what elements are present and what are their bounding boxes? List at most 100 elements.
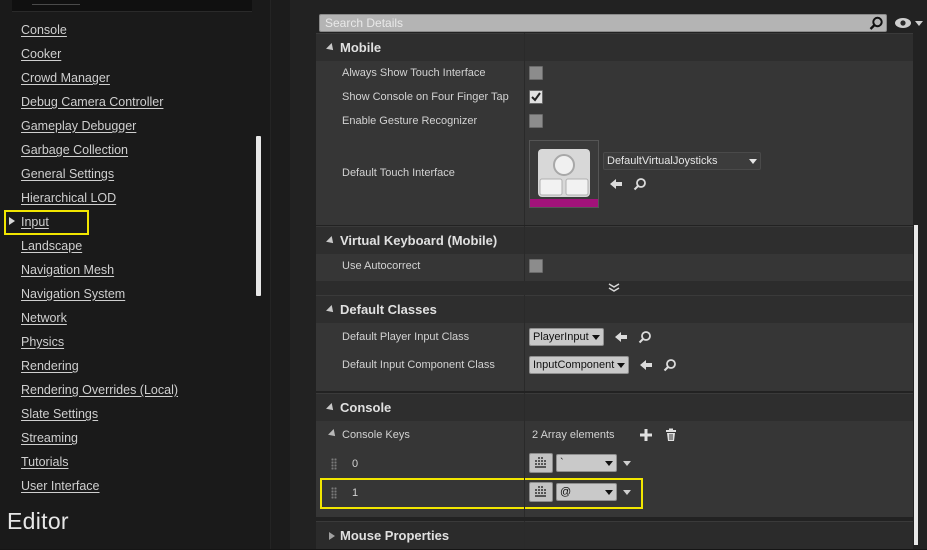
console-key-1-combo[interactable]: @ [556,483,617,501]
sidebar-item-user-interface[interactable]: User Interface [21,476,100,496]
browse-search-icon[interactable] [638,330,652,344]
joystick-asset-icon [530,141,598,207]
keyboard-key-picker-icon[interactable] [529,453,553,473]
checkbox-use-autocorrect[interactable] [529,259,543,273]
sidebar-item-debug-camera-controller[interactable]: Debug Camera Controller [21,92,163,112]
settings-sidebar: Console Cooker Crowd Manager Debug Camer… [0,0,270,549]
player-input-class-combo[interactable]: PlayerInput [529,328,604,346]
category-title: Default Classes [340,302,437,317]
value-column-divider[interactable] [524,33,525,225]
prop-label-show-console-four-finger: Show Console on Four Finger Tap [342,91,509,103]
sidebar-scrollbar[interactable] [256,136,261,296]
console-key-0-combo[interactable]: ` [556,454,617,472]
sidebar-item-navigation-system[interactable]: Navigation System [21,284,125,304]
delete-all-trash-icon[interactable] [664,428,678,442]
category-header-console[interactable]: Console [316,393,913,421]
sidebar-item-network[interactable]: Network [21,308,67,328]
element-options-arrow-icon[interactable] [623,461,631,466]
use-selected-arrow-icon[interactable] [609,177,623,191]
array-index-0: 0 [352,458,359,470]
sidebar-item-hierarchical-lod[interactable]: Hierarchical LOD [21,188,116,208]
combo-value: InputComponent [533,359,615,371]
collapse-arrow-icon [326,236,336,246]
keyboard-key-picker-icon[interactable] [529,482,553,502]
dropdown-arrow-icon [749,159,757,164]
search-icon[interactable] [869,16,884,31]
add-element-plus-icon[interactable] [639,428,653,442]
checkbox-enable-gesture[interactable] [529,114,543,128]
value-column-divider[interactable] [524,393,525,517]
use-selected-arrow-icon[interactable] [639,358,653,372]
search-details-box[interactable] [319,14,887,32]
asset-thumbnail-virtual-joysticks[interactable] [529,140,599,208]
default-touch-interface-combo[interactable]: DefaultVirtualJoysticks [603,152,761,170]
collapse-arrow-icon [326,43,336,53]
sidebar-item-garbage-collection[interactable]: Garbage Collection [21,140,128,160]
category-header-default-classes[interactable]: Default Classes [316,295,913,323]
category-body-mobile [316,61,913,225]
sidebar-item-console[interactable]: Console [21,20,67,40]
category-header-virtual-keyboard[interactable]: Virtual Keyboard (Mobile) [316,226,913,254]
category-title: Mobile [340,40,382,55]
sidebar-section-title-editor: Editor [7,508,69,534]
sidebar-item-physics[interactable]: Physics [21,332,64,352]
combo-value: PlayerInput [533,331,589,343]
category-title: Virtual Keyboard (Mobile) [340,233,498,248]
advanced-expander[interactable] [316,281,913,295]
category-header-mobile[interactable]: Mobile [316,33,913,61]
category-header-mouse-properties[interactable]: Mouse Properties [316,521,913,549]
value-column-divider[interactable] [524,521,525,549]
details-scrollbar[interactable] [914,225,918,545]
sidebar-item-slate-settings[interactable]: Slate Settings [21,404,98,424]
prop-label-use-autocorrect: Use Autocorrect [342,260,421,272]
sidebar-item-tutorials[interactable]: Tutorials [21,452,68,472]
browse-search-icon[interactable] [633,177,647,191]
panel-splitter[interactable] [270,0,290,549]
category-title: Console [340,400,392,415]
element-options-arrow-icon[interactable] [623,490,631,495]
selected-arrow-icon [9,217,15,225]
sidebar-item-rendering-overrides-local[interactable]: Rendering Overrides (Local) [21,380,178,400]
drag-handle-grip-icon[interactable] [331,487,337,499]
dropdown-arrow-icon [617,363,625,368]
use-selected-arrow-icon[interactable] [614,330,628,344]
prop-label-input-component-class: Default Input Component Class [342,359,495,371]
prop-label-always-show-touch: Always Show Touch Interface [342,67,486,79]
drag-handle-grip-icon[interactable] [331,458,337,470]
checkbox-always-show-touch[interactable] [529,66,543,80]
checkmark-icon [531,92,541,102]
input-component-class-combo[interactable]: InputComponent [529,356,629,374]
search-details-input[interactable] [320,15,868,31]
sidebar-item-landscape[interactable]: Landscape [21,236,82,256]
sidebar-item-input[interactable]: Input [21,212,49,232]
expand-arrow-icon [329,532,335,540]
category-title: Mouse Properties [340,528,450,543]
sidebar-item-crowd-manager[interactable]: Crowd Manager [21,68,110,88]
prop-label-console-keys: Console Keys [342,429,410,441]
array-index-1: 1 [352,487,359,499]
sidebar-item-gameplay-debugger[interactable]: Gameplay Debugger [21,116,136,136]
sidebar-item-cooker[interactable]: Cooker [21,44,61,64]
dropdown-arrow-icon [605,490,613,495]
dropdown-arrow-icon [605,461,613,466]
combo-value: ` [560,457,564,469]
collapse-arrow-icon [326,403,336,413]
sidebar-top-cap [12,0,252,12]
array-element-count: 2 Array elements [532,429,615,441]
collapse-arrow-icon [326,305,336,315]
combo-value: @ [560,486,572,498]
view-options-eye-icon[interactable] [894,16,924,30]
sidebar-item-general-settings[interactable]: General Settings [21,164,114,184]
value-column-divider[interactable] [524,226,525,281]
browse-search-icon[interactable] [663,358,677,372]
sidebar-item-navigation-mesh[interactable]: Navigation Mesh [21,260,114,280]
sidebar-item-streaming[interactable]: Streaming [21,428,78,448]
expand-advanced-icon [608,283,620,292]
checkbox-show-console-four-finger[interactable] [529,90,543,104]
combo-value: DefaultVirtualJoysticks [607,155,718,167]
value-column-divider[interactable] [524,295,525,391]
sidebar-item-rendering[interactable]: Rendering [21,356,79,376]
prop-label-player-input-class: Default Player Input Class [342,331,470,343]
prop-label-enable-gesture: Enable Gesture Recognizer [342,115,478,127]
prop-label-default-touch-interface: Default Touch Interface [342,167,455,179]
